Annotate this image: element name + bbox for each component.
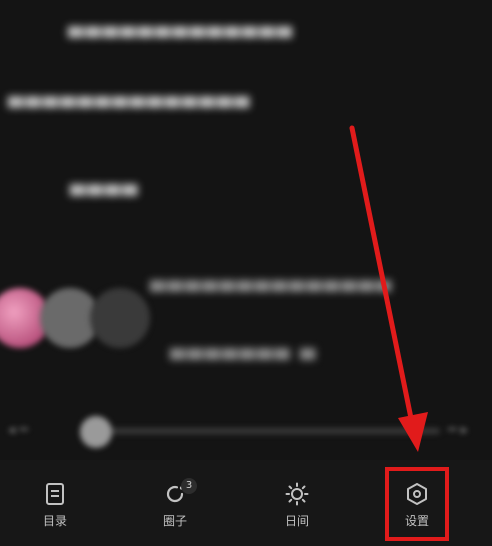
slider-start: ◂ ━ <box>8 422 28 438</box>
sun-icon <box>285 482 309 506</box>
slider-track[interactable] <box>80 428 440 434</box>
toolbar-contents-button[interactable]: 目录 <box>15 482 95 529</box>
slider-end: ━ ▸ <box>448 422 468 438</box>
contents-icon <box>46 483 64 505</box>
blurred-text-line: ▄▄▄▄▄▄▄▄▄▄▄▄▄▄ <box>8 84 252 108</box>
toolbar-day-mode-label: 日间 <box>284 514 309 528</box>
blurred-text-line: ▄▄▄▄ <box>70 172 140 196</box>
blurred-text-line: ▄▄▄▄▄▄▄ ▄ <box>170 336 318 360</box>
reader-avatars <box>0 288 180 352</box>
circle-count-badge: 3 <box>181 478 197 494</box>
toolbar-day-mode-button[interactable]: 日间 <box>257 482 337 529</box>
toolbar-circle-button[interactable]: 3 圈子 <box>135 478 215 529</box>
toolbar-contents-label: 目录 <box>42 514 67 528</box>
blurred-text-line: ▄▄▄▄▄▄▄▄▄▄▄▄▄▄ <box>150 268 394 292</box>
reader-content-area: ▄▄▄▄▄▄▄▄▄▄▄▄▄ ▄▄▄▄▄▄▄▄▄▄▄▄▄▄ ▄▄▄▄ ▄▄▄▄▄▄… <box>0 0 492 460</box>
avatar <box>90 288 150 348</box>
blurred-text-line: ▄▄▄▄▄▄▄▄▄▄▄▄▄ <box>68 14 294 38</box>
slider-knob[interactable] <box>80 416 112 448</box>
toolbar-circle-label: 圈子 <box>162 514 187 528</box>
settings-highlight-box <box>385 467 449 541</box>
progress-slider[interactable]: ◂ ━ ━ ▸ <box>0 410 492 450</box>
